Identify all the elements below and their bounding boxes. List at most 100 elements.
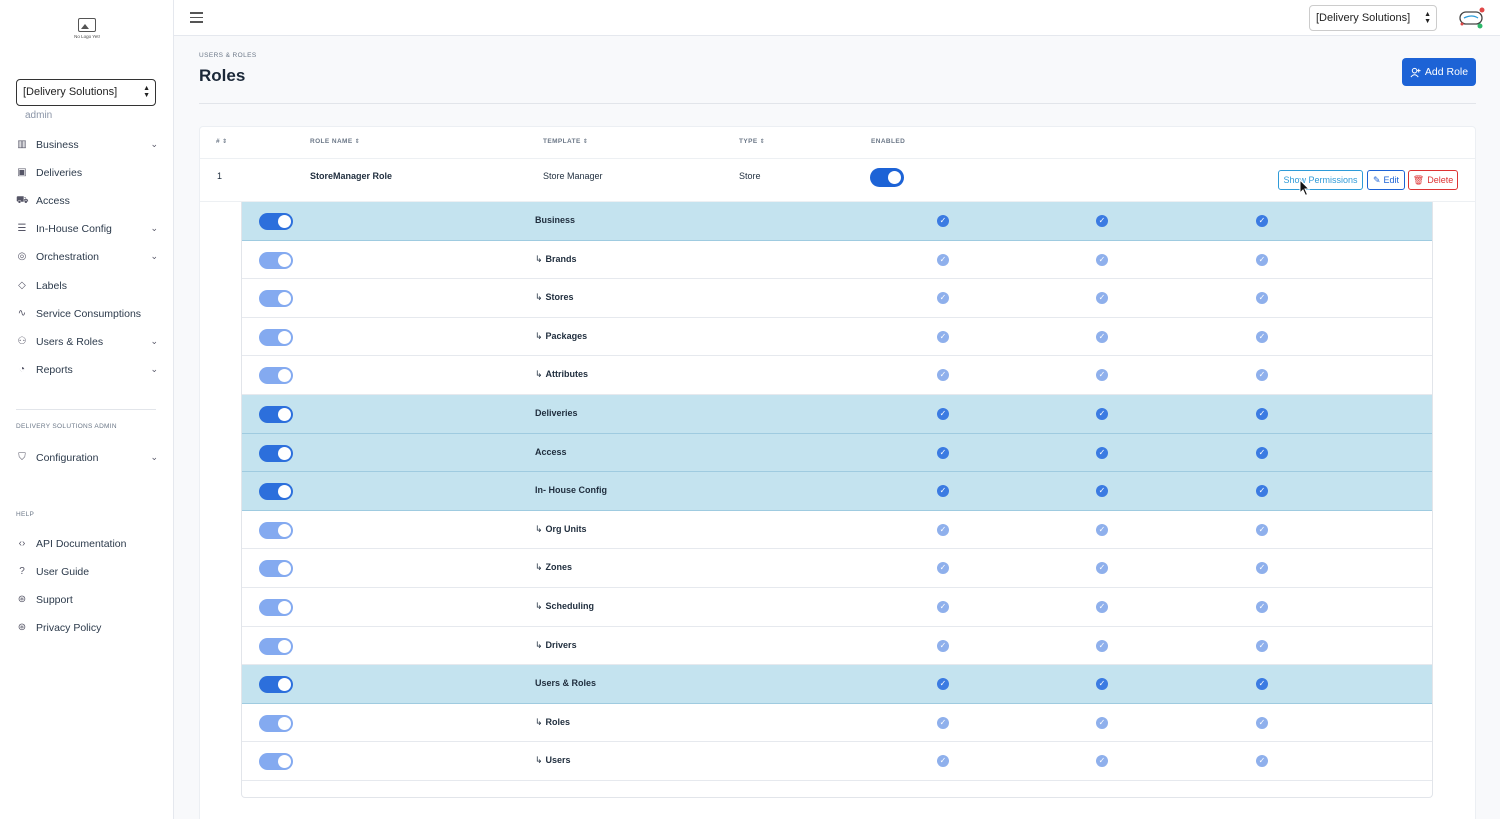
permission-checkbox[interactable]: ✓ [937,330,949,343]
permission-checkbox[interactable]: ✓ [1256,639,1268,652]
permission-checkbox[interactable]: ✓ [937,562,949,575]
sidebar-item-access[interactable]: ⛟ Access [16,191,158,211]
permission-checkbox[interactable]: ✓ [1096,755,1108,768]
permission-toggle[interactable] [259,406,293,423]
permission-checkbox[interactable]: ✓ [1096,485,1108,498]
shield-icon: ⛉ [18,452,26,463]
role-enabled-toggle[interactable] [870,168,904,187]
permission-label: Brands [545,253,577,264]
column-header-template[interactable]: TEMPLATE ⇕ [543,138,588,145]
permission-checkbox[interactable]: ✓ [937,716,949,729]
sidebar-item-labels[interactable]: ◇ Labels [16,276,158,296]
column-header-role-name[interactable]: ROLE NAME ⇕ [310,138,360,145]
sidebar-item-users-roles[interactable]: ⚇ Users & Roles ⌄ [16,332,158,352]
permission-toggle[interactable] [259,367,293,385]
compass-icon: ◎ [17,251,27,263]
permission-checkbox[interactable]: ✓ [937,523,949,536]
permission-checkbox[interactable]: ✓ [937,369,949,382]
permission-toggle[interactable] [259,521,293,539]
permission-checkbox[interactable]: ✓ [1256,369,1268,382]
sidebar-item-api-documentation[interactable]: ‹› API Documentation [16,534,158,554]
add-role-button[interactable]: Add Role [1402,58,1476,86]
permission-toggle[interactable] [259,753,293,771]
permission-checkbox[interactable]: ✓ [1256,485,1268,498]
permission-checkbox[interactable]: ✓ [1096,330,1108,343]
permission-checkbox[interactable]: ✓ [937,601,949,613]
permission-checkbox[interactable]: ✓ [1096,369,1108,382]
permission-checkbox[interactable]: ✓ [1096,601,1108,613]
permission-checkbox[interactable]: ✓ [1096,215,1108,227]
permission-toggle[interactable] [259,213,293,230]
sub-item-arrow-icon: ↳ [535,369,543,380]
column-header-type[interactable]: TYPE ⇕ [739,138,765,145]
permission-toggle[interactable] [259,599,293,616]
menu-toggle-icon[interactable] [190,12,203,23]
permission-name: In- House Config [535,485,607,495]
permission-checkbox[interactable]: ✓ [1256,253,1268,266]
permission-toggle[interactable] [259,560,293,578]
permission-checkbox[interactable]: ✓ [937,292,949,305]
permission-checkbox[interactable]: ✓ [937,408,949,420]
permission-toggle[interactable] [259,444,293,462]
permission-name: Business [535,215,575,225]
top-org-select[interactable]: [Delivery Solutions] ▲ ▼ [1309,5,1437,31]
permission-checkbox[interactable]: ✓ [1096,408,1108,420]
permission-checkbox[interactable]: ✓ [937,215,949,227]
sidebar-org-select[interactable]: [Delivery Solutions] ▲ ▼ [16,79,156,106]
permission-checkbox[interactable]: ✓ [937,639,949,652]
permission-checkbox[interactable]: ✓ [1096,523,1108,536]
sidebar-item-orchestration[interactable]: ◎ Orchestration ⌄ [16,247,158,267]
permission-checkbox[interactable]: ✓ [1256,601,1268,613]
permission-checkbox[interactable]: ✓ [1096,716,1108,729]
permission-checkbox[interactable]: ✓ [1256,292,1268,305]
column-header-index[interactable]: # ⇕ [216,138,227,145]
sidebar-item-reports[interactable]: ◔ Reports ⌄ [16,360,158,380]
user-role-label: admin [25,110,53,121]
select-arrows-icon: ▲ ▼ [143,85,150,99]
row-index: 1 [217,171,223,181]
sidebar-item-privacy-policy[interactable]: ⊛ Privacy Policy [16,618,158,638]
sidebar-item-in-house-config[interactable]: ☰ In-House Config ⌄ [16,219,158,239]
permission-checkbox[interactable]: ✓ [1096,562,1108,575]
permission-checkbox[interactable]: ✓ [1256,446,1268,459]
permission-toggle[interactable] [259,328,293,346]
permission-checkbox[interactable]: ✓ [1256,330,1268,343]
permission-checkbox[interactable]: ✓ [1256,755,1268,768]
permission-toggle[interactable] [259,714,293,732]
company-logo[interactable]: No Logo Yet! [70,18,104,39]
permission-checkbox[interactable]: ✓ [1096,292,1108,305]
permission-checkbox[interactable]: ✓ [1096,253,1108,266]
permission-checkbox[interactable]: ✓ [1256,408,1268,420]
sub-item-arrow-icon: ↳ [535,716,543,727]
permission-checkbox[interactable]: ✓ [937,253,949,266]
show-permissions-button[interactable]: Show Permissions [1278,170,1363,190]
sidebar-item-user-guide[interactable]: ? User Guide [16,562,158,582]
permission-toggle[interactable] [259,251,293,269]
permission-checkbox[interactable]: ✓ [937,678,949,691]
permission-checkbox[interactable]: ✓ [937,755,949,768]
permission-checkbox[interactable]: ✓ [1256,523,1268,536]
permission-checkbox[interactable]: ✓ [1096,446,1108,459]
permission-checkbox[interactable]: ✓ [1256,562,1268,575]
permission-checkbox[interactable]: ✓ [1256,716,1268,729]
sidebar-item-support[interactable]: ⊛ Support [16,590,158,610]
delete-role-button[interactable]: 🗑 Delete [1408,170,1458,190]
permission-toggle[interactable] [259,637,293,655]
permission-toggle[interactable] [259,676,293,694]
edit-role-button[interactable]: ✎ Edit [1367,170,1405,190]
permission-checkbox[interactable]: ✓ [937,446,949,459]
permission-checkbox[interactable]: ✓ [1096,678,1108,691]
permission-checkbox[interactable]: ✓ [1256,215,1268,227]
permission-checkbox[interactable]: ✓ [1256,678,1268,691]
permission-toggle[interactable] [259,290,293,308]
sidebar-item-service-consumptions[interactable]: ∿ Service Consumptions [16,304,158,324]
sidebar-item-deliveries[interactable]: ▣ Deliveries [16,163,158,183]
permission-toggle[interactable] [259,483,293,501]
sidebar-item-configuration[interactable]: ⛉ Configuration ⌄ [16,448,158,468]
sidebar-item-business[interactable]: ▥ Business ⌄ [16,135,158,155]
chevron-down-icon: ⌄ [150,223,158,234]
user-avatar-icon[interactable] [1458,6,1486,30]
permission-checkbox[interactable]: ✓ [937,485,949,498]
sidebar-item-label: Reports [36,363,73,376]
permission-checkbox[interactable]: ✓ [1096,639,1108,652]
